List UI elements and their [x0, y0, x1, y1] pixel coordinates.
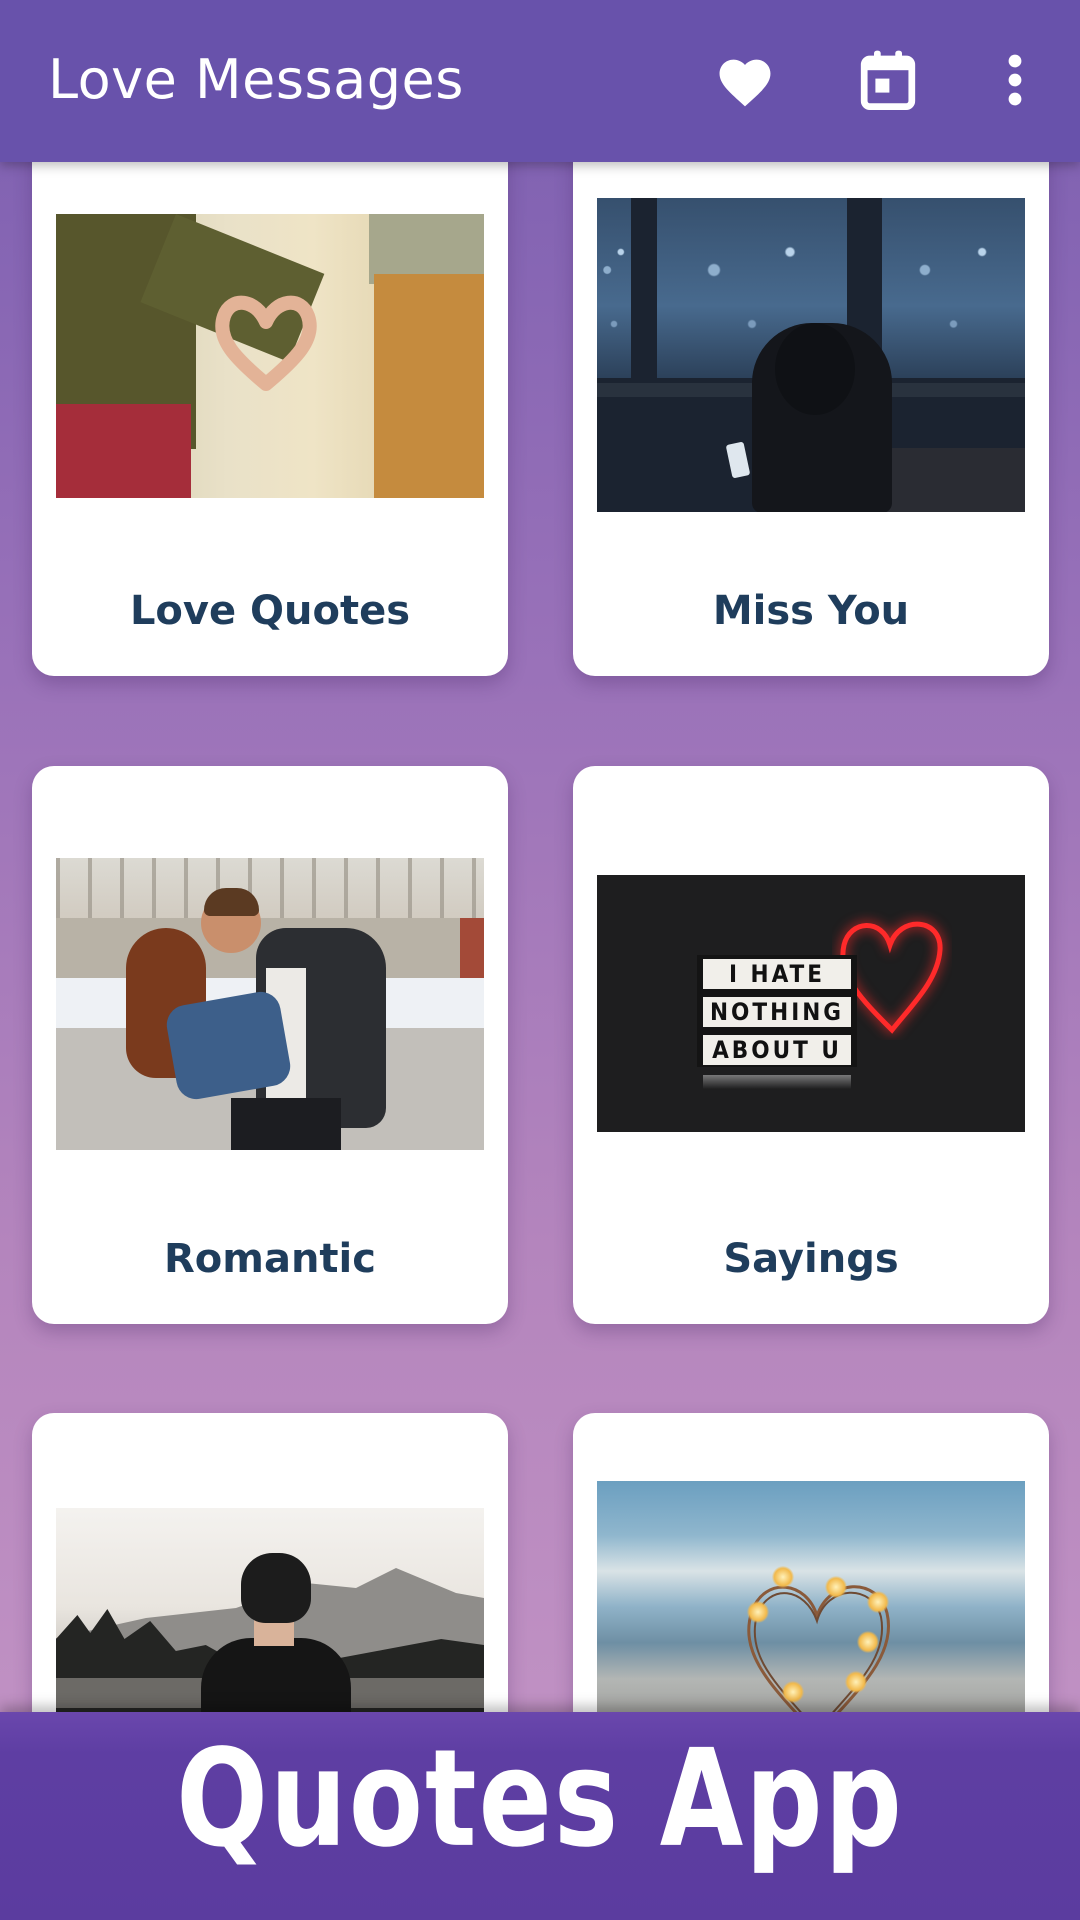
- category-label: Love Quotes: [129, 588, 411, 634]
- heart-icon: [719, 59, 771, 107]
- category-card-miss-you[interactable]: Miss You: [573, 120, 1049, 676]
- category-card-love-quotes[interactable]: Love Quotes: [32, 120, 508, 676]
- app-title: Love Messages: [48, 48, 464, 111]
- category-card-romantic[interactable]: Romantic: [32, 766, 508, 1324]
- category-label: Sayings: [723, 1236, 899, 1282]
- app-bar: Love Messages: [0, 0, 1080, 162]
- overflow-menu-button[interactable]: [975, 40, 1055, 120]
- promo-banner: Quotes App: [0, 1712, 1080, 1920]
- category-card-sayings[interactable]: I HATE NOTHING ABOUT U Sayings: [573, 766, 1049, 1324]
- lightbox-neon-heart-photo: I HATE NOTHING ABOUT U: [597, 875, 1025, 1132]
- couple-kiss-photo: [56, 858, 484, 1150]
- calendar-button[interactable]: [848, 40, 928, 120]
- category-label: Romantic: [164, 1236, 376, 1282]
- calendar-icon: [860, 50, 916, 110]
- lightbox-line: ABOUT U: [703, 1035, 851, 1065]
- category-label: Miss You: [712, 588, 910, 634]
- category-grid: Love Quotes Miss You Romantic I HATE NOT…: [0, 0, 1080, 1920]
- lightbox-line: I HATE: [703, 959, 851, 989]
- banner-title: Quotes App: [176, 1721, 904, 1878]
- window-night-photo: [597, 198, 1025, 512]
- favorites-button[interactable]: [705, 40, 785, 120]
- lightbox-line: NOTHING: [703, 997, 851, 1027]
- more-vert-icon: [1008, 54, 1022, 106]
- hands-heart-photo: [56, 214, 484, 498]
